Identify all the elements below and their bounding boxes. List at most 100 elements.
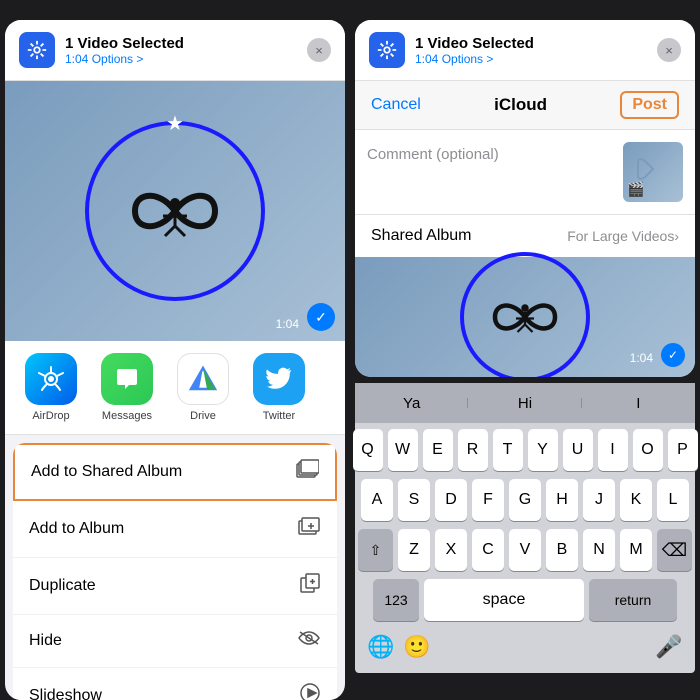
globe-icon[interactable]: 🌐 [363, 629, 399, 665]
airdrop-icon [25, 353, 77, 405]
right-share-subtitle: 1:04 Options > [415, 52, 657, 66]
key-r[interactable]: R [458, 429, 488, 471]
return-key[interactable]: return [589, 579, 677, 621]
share-title: 1 Video Selected [65, 35, 307, 52]
key-z[interactable]: Z [398, 529, 430, 571]
key-c[interactable]: C [472, 529, 504, 571]
bottom-bar: 🌐 🙂 🎤 [355, 625, 695, 673]
video-thumb-small: 🎬 [623, 142, 683, 202]
space-key[interactable]: space [424, 579, 584, 621]
airdrop-label: AirDrop [32, 410, 69, 422]
suggestion-i[interactable]: I [582, 395, 695, 412]
right-share-title: 1 Video Selected [415, 35, 657, 52]
key-h[interactable]: H [546, 479, 578, 521]
drive-icon [177, 353, 229, 405]
duplicate-item[interactable]: Duplicate [13, 558, 337, 615]
add-shared-album-icon [295, 459, 319, 485]
keyboard: Ya Hi I Q W E R T Y U I O P A S D [355, 383, 695, 673]
shift-key[interactable]: ⇧ [358, 529, 393, 571]
right-video-duration: 1:04 [630, 351, 653, 365]
messages-item[interactable]: Messages [97, 353, 157, 422]
airdrop-item[interactable]: AirDrop [21, 353, 81, 422]
icloud-title: iCloud [494, 95, 547, 115]
icloud-post-button[interactable]: Post [620, 91, 679, 119]
star-icon: ★ [166, 111, 184, 136]
key-m[interactable]: M [620, 529, 652, 571]
add-album-icon [297, 515, 321, 543]
icloud-sheet: 1 Video Selected 1:04 Options > × Cancel… [355, 20, 695, 377]
duplicate-icon [299, 572, 321, 600]
right-infinity-svg [480, 294, 570, 340]
key-e[interactable]: E [423, 429, 453, 471]
suggestion-hi[interactable]: Hi [468, 395, 581, 412]
key-v[interactable]: V [509, 529, 541, 571]
hide-label: Hide [29, 632, 289, 650]
key-x[interactable]: X [435, 529, 467, 571]
key-l[interactable]: L [657, 479, 689, 521]
add-album-item[interactable]: Add to Album [13, 501, 337, 558]
microphone-icon[interactable]: 🎤 [651, 629, 687, 665]
key-b[interactable]: B [546, 529, 578, 571]
play-icon: 🎬 [627, 181, 644, 198]
infinity-svg [115, 181, 235, 241]
numbers-key[interactable]: 123 [373, 579, 419, 621]
album-for: For Large Videos [567, 228, 674, 244]
hide-item[interactable]: Hide [13, 615, 337, 668]
key-i[interactable]: I [598, 429, 628, 471]
add-shared-album-label: Add to Shared Album [31, 463, 287, 481]
emoji-icon[interactable]: 🙂 [399, 629, 435, 665]
messages-label: Messages [102, 410, 152, 422]
icloud-cancel-button[interactable]: Cancel [371, 96, 421, 114]
slideshow-item[interactable]: Slideshow [13, 668, 337, 700]
key-n[interactable]: N [583, 529, 615, 571]
app-row: AirDrop Messages [5, 341, 345, 435]
key-j[interactable]: J [583, 479, 615, 521]
key-y[interactable]: Y [528, 429, 558, 471]
twitter-label: Twitter [263, 410, 295, 422]
header-text: 1 Video Selected 1:04 Options > [65, 35, 307, 66]
right-share-close-button[interactable]: × [657, 38, 681, 62]
share-subtitle: 1:04 Options > [65, 52, 307, 66]
share-sheet: 1 Video Selected 1:04 Options > × ★ [5, 20, 345, 700]
comment-input[interactable]: Comment (optional) [367, 142, 613, 202]
left-panel: 1 Video Selected 1:04 Options > × ★ [0, 0, 350, 700]
drive-item[interactable]: Drive [173, 353, 233, 422]
key-p[interactable]: P [668, 429, 698, 471]
key-row-2: A S D F G H J K L [358, 479, 692, 521]
key-row-4: 123 space return [358, 579, 692, 621]
right-video-check-icon: ✓ [661, 343, 685, 367]
right-video-thumbnail: 1:04 ✓ [355, 257, 695, 377]
key-row-3: ⇧ Z X C V B N M ⌫ [358, 529, 692, 571]
app-icon-header [19, 32, 55, 68]
album-label: Shared Album [371, 227, 567, 245]
key-q[interactable]: Q [353, 429, 383, 471]
suggestion-ya[interactable]: Ya [355, 395, 468, 412]
delete-key[interactable]: ⌫ [657, 529, 692, 571]
twitter-item[interactable]: Twitter [249, 353, 309, 422]
key-w[interactable]: W [388, 429, 418, 471]
drive-label: Drive [190, 410, 216, 422]
key-g[interactable]: G [509, 479, 541, 521]
right-header-text: 1 Video Selected 1:04 Options > [415, 35, 657, 66]
left-video-duration: 1:04 [276, 317, 299, 331]
right-panel: 1 Video Selected 1:04 Options > × Cancel… [350, 0, 700, 700]
slideshow-icon [299, 682, 321, 700]
key-d[interactable]: D [435, 479, 467, 521]
suggestions-bar: Ya Hi I [355, 383, 695, 423]
share-header: 1 Video Selected 1:04 Options > × [5, 20, 345, 81]
key-s[interactable]: S [398, 479, 430, 521]
duplicate-label: Duplicate [29, 577, 291, 595]
key-u[interactable]: U [563, 429, 593, 471]
add-shared-album-item[interactable]: Add to Shared Album [13, 443, 337, 501]
twitter-icon [253, 353, 305, 405]
video-circle: ★ [85, 121, 265, 301]
key-f[interactable]: F [472, 479, 504, 521]
action-list: Add to Shared Album Add to Album [13, 443, 337, 700]
key-o[interactable]: O [633, 429, 663, 471]
key-a[interactable]: A [361, 479, 393, 521]
share-close-button[interactable]: × [307, 38, 331, 62]
key-k[interactable]: K [620, 479, 652, 521]
icloud-album-row[interactable]: Shared Album For Large Videos › [355, 214, 695, 257]
right-video-circle [460, 252, 590, 377]
key-t[interactable]: T [493, 429, 523, 471]
